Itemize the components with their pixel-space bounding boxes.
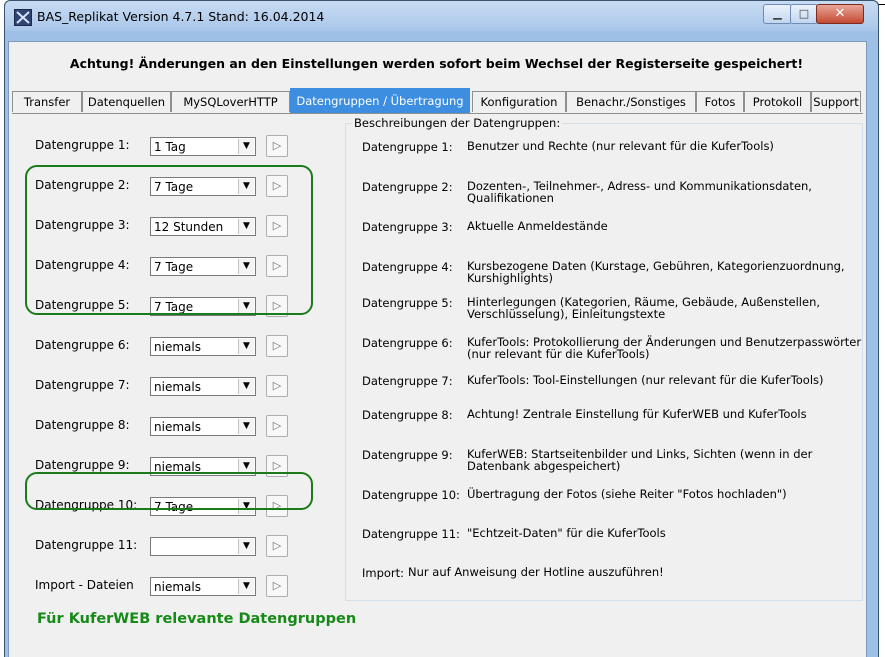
group-interval-select[interactable]: 1 Tag ▼: [150, 137, 256, 156]
description-label: Datengruppe 2:: [362, 180, 453, 194]
description-text: Dozenten-, Teilnehmer-, Adress- und Komm…: [467, 179, 812, 205]
close-button[interactable]: ✕: [816, 4, 864, 24]
maximize-button[interactable]: □: [790, 4, 818, 24]
play-icon: ▷: [272, 339, 282, 352]
dropdown-arrow-icon[interactable]: ▼: [238, 339, 254, 354]
description-text: KuferTools: Protokollierung der Änderung…: [467, 335, 862, 361]
dropdown-arrow-icon[interactable]: ▼: [238, 379, 254, 394]
description-text: Übertragung der Fotos (siehe Reiter "Fot…: [467, 487, 787, 501]
dropdown-arrow-icon[interactable]: ▼: [238, 139, 254, 154]
play-icon: ▷: [272, 139, 282, 152]
tab-konfiguration[interactable]: Konfiguration: [472, 91, 566, 112]
tab-benachrichtigung[interactable]: Benachr./Sonstiges: [566, 91, 696, 112]
description-text: Hinterlegungen (Kategorien, Räume, Gebäu…: [467, 295, 821, 321]
dropdown-arrow-icon[interactable]: ▼: [238, 539, 254, 554]
warning-heading: Achtung! Änderungen an den Einstellungen…: [69, 56, 804, 71]
run-group-button[interactable]: ▷: [266, 575, 288, 597]
select-value: 1 Tag: [154, 140, 186, 154]
dropdown-arrow-icon[interactable]: ▼: [238, 419, 254, 434]
window-title: BAS_Replikat Version 4.7.1 Stand: 16.04.…: [37, 9, 325, 24]
tab-datengruppen[interactable]: Datengruppen / Übertragung: [290, 88, 470, 113]
group-interval-select[interactable]: ▼: [150, 537, 256, 556]
run-group-button[interactable]: ▷: [266, 535, 288, 557]
tab-datenquellen[interactable]: Datenquellen: [82, 91, 171, 112]
group-label: Datengruppe 8:: [35, 418, 130, 432]
description-text: Benutzer und Rechte (nur relevant für di…: [467, 139, 774, 153]
close-icon: ✕: [834, 6, 846, 21]
description-label: Datengruppe 3:: [362, 220, 453, 234]
run-group-button[interactable]: ▷: [266, 415, 288, 437]
description-text: Kursbezogene Daten (Kurstage, Gebühren, …: [467, 259, 845, 285]
play-icon: ▷: [272, 379, 282, 392]
run-group-button[interactable]: ▷: [266, 135, 288, 157]
description-text: KuferWEB: Startseitenbilder und Links, S…: [467, 447, 813, 473]
group-label: Datengruppe 11:: [35, 538, 138, 552]
group-interval-select[interactable]: niemals ▼: [150, 417, 256, 436]
description-text: Nur auf Anweisung der Hotline auszuführe…: [408, 565, 664, 579]
group-interval-select[interactable]: niemals ▼: [150, 337, 256, 356]
group-label: Datengruppe 6:: [35, 338, 130, 352]
group-interval-select[interactable]: niemals ▼: [150, 577, 256, 596]
descriptions-title: Beschreibungen der Datengruppen:: [352, 116, 563, 130]
tab-mysqloverhttp[interactable]: MySQLoverHTTP: [171, 91, 290, 112]
run-group-button[interactable]: ▷: [266, 335, 288, 357]
play-icon: ▷: [272, 419, 282, 432]
description-text: Achtung! Zentrale Einstellung für KuferW…: [467, 407, 807, 421]
footer-legend: Für KuferWEB relevante Datengruppen: [37, 611, 357, 627]
play-icon: ▷: [272, 539, 282, 552]
description-label: Datengruppe 7:: [362, 374, 453, 388]
description-label: Datengruppe 11:: [362, 527, 460, 541]
description-label: Datengruppe 4:: [362, 260, 453, 274]
select-value: niemals: [154, 380, 201, 394]
description-label: Import:: [362, 566, 405, 580]
app-icon: [14, 9, 32, 26]
group-label: Datengruppe 1:: [35, 138, 130, 152]
description-text: KuferTools: Tool-Einstellungen (nur rele…: [467, 373, 824, 387]
description-label: Datengruppe 8:: [362, 408, 453, 422]
minimize-button[interactable]: ▁: [763, 4, 792, 24]
description-text: Aktuelle Anmeldestände: [467, 219, 608, 233]
description-label: Datengruppe 1:: [362, 140, 453, 154]
highlight-box-group-10: [25, 472, 313, 510]
minimize-icon: ▁: [773, 7, 782, 20]
tab-protokoll[interactable]: Protokoll: [744, 91, 811, 112]
tab-transfer[interactable]: Transfer: [12, 91, 82, 112]
run-group-button[interactable]: ▷: [266, 375, 288, 397]
highlight-box-groups-2-5: [25, 165, 313, 315]
select-value: niemals: [154, 340, 201, 354]
description-text: "Echtzeit-Daten" für die KuferTools: [467, 526, 666, 540]
group-label: Datengruppe 7:: [35, 378, 130, 392]
description-label: Datengruppe 9:: [362, 448, 453, 462]
group-interval-select[interactable]: niemals ▼: [150, 377, 256, 396]
description-label: Datengruppe 10:: [362, 488, 460, 502]
group-label: Import - Dateien: [35, 578, 134, 592]
play-icon: ▷: [272, 579, 282, 592]
select-value: niemals: [154, 420, 201, 434]
maximize-icon: □: [798, 7, 810, 20]
select-value: niemals: [154, 580, 201, 594]
dropdown-arrow-icon[interactable]: ▼: [238, 579, 254, 594]
description-label: Datengruppe 5:: [362, 296, 453, 310]
group-label: Datengruppe 9:: [35, 458, 130, 472]
tab-fotos[interactable]: Fotos: [696, 91, 744, 112]
title-bar[interactable]: BAS_Replikat Version 4.7.1 Stand: 16.04.…: [5, 1, 878, 31]
description-label: Datengruppe 6:: [362, 336, 453, 350]
tab-support[interactable]: Support: [811, 91, 861, 112]
